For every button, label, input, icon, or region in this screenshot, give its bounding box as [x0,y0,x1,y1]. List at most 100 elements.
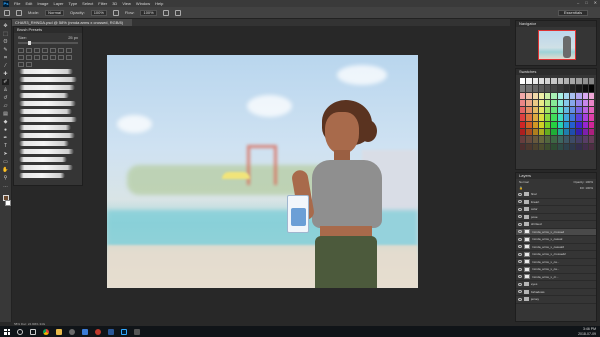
color-swatch[interactable] [563,92,569,99]
mode-select[interactable]: Normal [45,9,65,16]
menu-edit[interactable]: Edit [25,1,32,6]
color-swatch[interactable] [570,99,576,107]
color-swatch[interactable] [582,78,588,85]
color-swatch[interactable] [570,107,576,114]
document-tab[interactable]: CHAR3_RHNDA.psd @ 58% (nmda arms x cross… [12,19,132,26]
dodge-tool-icon[interactable]: ● [2,127,9,133]
brush-tip[interactable] [18,55,24,60]
color-swatch[interactable] [526,78,532,85]
brush-stroke-preview[interactable] [19,149,74,154]
color-swatch[interactable] [582,92,588,99]
layer-row[interactable]: bshadows [516,289,596,296]
color-swatch[interactable] [563,129,569,136]
color-swatch[interactable] [570,92,576,99]
brush-tip[interactable] [42,48,48,53]
visibility-eye-icon[interactable] [518,290,522,294]
brush-size-value[interactable]: 25 px [68,35,78,40]
layer-fill-field[interactable]: 100% [585,186,593,190]
pen-tool-icon[interactable]: ✒ [2,135,9,141]
color-swatch[interactable] [563,85,569,92]
color-swatch[interactable] [520,129,526,136]
color-swatch[interactable] [545,78,551,85]
color-swatch[interactable] [588,136,594,143]
color-swatch[interactable] [588,129,594,136]
eraser-tool-icon[interactable]: ▱ [2,103,9,109]
color-swatch[interactable] [532,114,538,121]
color-swatch[interactable] [551,129,557,136]
visibility-eye-icon[interactable] [518,297,522,301]
color-swatch[interactable] [545,92,551,99]
color-swatch[interactable] [520,143,526,150]
menu-window[interactable]: Window [136,1,150,6]
color-swatch[interactable] [576,85,582,92]
layer-row[interactable]: jersey [516,296,596,304]
app-icon[interactable] [95,328,101,335]
color-swatch[interactable] [520,121,526,129]
photoshop-taskbar-icon[interactable] [121,328,127,335]
app-icon[interactable] [134,328,140,335]
brush-tip[interactable] [34,55,40,60]
brush-tip[interactable] [18,62,24,67]
more-tools-icon[interactable]: … [2,183,9,189]
visibility-eye-icon[interactable] [518,275,522,279]
brush-stroke-preview[interactable] [19,109,72,114]
color-swatch[interactable] [588,78,594,85]
flow-field[interactable]: 100% [140,9,157,16]
brush-stroke-preview[interactable] [19,85,75,90]
color-swatch[interactable] [557,99,563,107]
color-swatch[interactable] [576,114,582,121]
color-swatch[interactable] [576,129,582,136]
layer-row[interactable]: rnmda_arms_x_ca... [516,266,596,274]
color-swatch[interactable] [570,78,576,85]
color-swatch[interactable] [557,136,563,143]
maximize-button[interactable]: □ [585,0,587,5]
color-swatch[interactable] [588,107,594,114]
brush-stroke-preview[interactable] [19,133,75,138]
color-swatch[interactable] [570,143,576,150]
blend-mode-select[interactable]: Normal [519,180,529,184]
layer-row[interactable]: rnmda_arms_x_cr... [516,274,596,281]
airbrush-icon[interactable] [162,9,169,16]
color-swatch[interactable] [526,136,532,143]
layer-row[interactable]: final [516,191,596,199]
layer-row[interactable]: rnmda_arms_x_crossed2 [516,251,596,259]
layer-row[interactable]: color [516,206,596,214]
brush-stroke-preview[interactable] [19,117,77,122]
color-swatch[interactable] [520,136,526,143]
color-swatch[interactable] [588,121,594,129]
color-swatch[interactable] [538,92,544,99]
color-swatch[interactable] [576,121,582,129]
color-swatch[interactable] [545,136,551,143]
color-swatch[interactable] [526,129,532,136]
color-swatch[interactable] [520,92,526,99]
color-swatch[interactable] [520,114,526,121]
color-swatch[interactable] [526,99,532,107]
color-swatch[interactable] [582,143,588,150]
color-swatch[interactable] [588,92,594,99]
layer-row[interactable]: rnmda_arms_x_casual2 [516,244,596,251]
opacity-field[interactable]: 100% [90,9,107,16]
visibility-eye-icon[interactable] [518,237,522,241]
healing-tool-icon[interactable]: ✚ [2,71,9,77]
color-swatch[interactable] [563,114,569,121]
brush-tip[interactable] [50,55,56,60]
pressure-opacity-icon[interactable] [112,9,119,16]
color-swatch[interactable] [538,107,544,114]
color-swatch[interactable] [520,99,526,107]
color-swatch[interactable] [563,107,569,114]
brush-stroke-preview[interactable] [19,93,69,98]
close-button[interactable]: ✕ [594,0,597,5]
visibility-eye-icon[interactable] [518,222,522,226]
color-swatch[interactable] [532,85,538,92]
color-swatch[interactable] [563,78,569,85]
visibility-eye-icon[interactable] [518,230,522,234]
menu-view[interactable]: View [122,1,131,6]
visibility-eye-icon[interactable] [518,207,522,211]
gradient-tool-icon[interactable]: ▤ [2,111,9,117]
color-swatch[interactable] [576,107,582,114]
color-swatch[interactable] [582,114,588,121]
color-swatch[interactable] [557,129,563,136]
brush-stroke-preview[interactable] [19,141,69,146]
crop-tool-icon[interactable]: ⌗ [2,55,9,61]
brush-tip[interactable] [66,55,72,60]
